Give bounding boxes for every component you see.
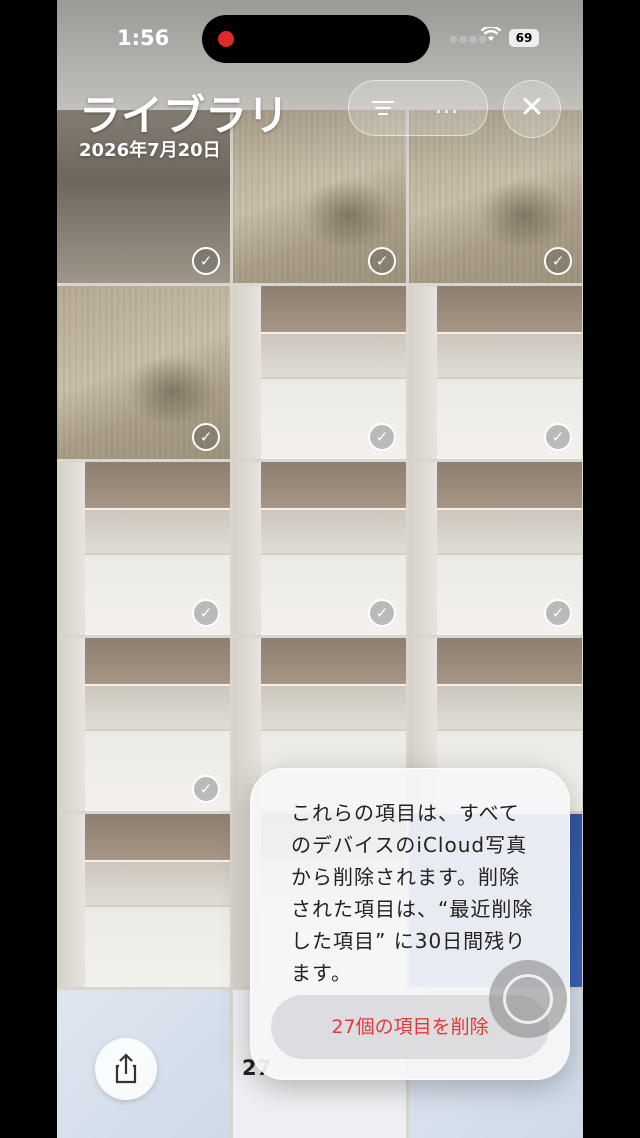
checkmark-icon: ✓ xyxy=(544,247,572,275)
photo-thumbnail[interactable]: ✓ xyxy=(409,462,582,635)
dynamic-island xyxy=(202,15,430,63)
filter-icon[interactable] xyxy=(371,97,395,119)
delete-warning-message: これらの項目は、すべてのデバイスのiCloud写真から削除されます。削除された項… xyxy=(291,801,534,985)
page-title: ライブラリ xyxy=(79,91,290,140)
share-button[interactable] xyxy=(95,1038,157,1100)
photo-thumbnail[interactable]: ✓ xyxy=(57,462,230,635)
more-icon[interactable]: ... xyxy=(435,94,459,119)
photo-thumbnail[interactable] xyxy=(57,814,230,987)
status-time: 1:56 xyxy=(117,26,170,50)
photo-thumbnail[interactable]: ✓ xyxy=(233,286,406,459)
share-icon xyxy=(115,1053,137,1084)
recording-indicator-icon xyxy=(218,31,234,47)
close-icon[interactable]: ✕ xyxy=(503,80,561,138)
battery-indicator: 69 xyxy=(509,29,539,47)
assistive-touch-icon[interactable] xyxy=(489,960,567,1038)
toolbar-pill: ... xyxy=(348,80,488,136)
photos-screen: ✓ ✓ ✓ ✓ ✓ ✓ ✓ ✓ ✓ ✓ 1:56 ●●●● 69 ライブラリ 2… xyxy=(57,0,583,1138)
checkmark-icon: ✓ xyxy=(368,247,396,275)
checkmark-icon: ✓ xyxy=(544,423,572,451)
photo-thumbnail[interactable]: ✓ xyxy=(233,462,406,635)
photo-thumbnail[interactable]: ✓ xyxy=(57,286,230,459)
checkmark-icon: ✓ xyxy=(192,599,220,627)
checkmark-icon: ✓ xyxy=(192,423,220,451)
checkmark-icon: ✓ xyxy=(544,599,572,627)
checkmark-icon: ✓ xyxy=(192,247,220,275)
checkmark-icon: ✓ xyxy=(368,423,396,451)
section-date: 2026年7月20日 xyxy=(79,140,221,161)
checkmark-icon: ✓ xyxy=(192,775,220,803)
wifi-icon xyxy=(480,25,502,48)
checkmark-icon: ✓ xyxy=(368,599,396,627)
photo-thumbnail[interactable]: ✓ xyxy=(409,286,582,459)
photo-thumbnail[interactable]: ✓ xyxy=(57,638,230,811)
